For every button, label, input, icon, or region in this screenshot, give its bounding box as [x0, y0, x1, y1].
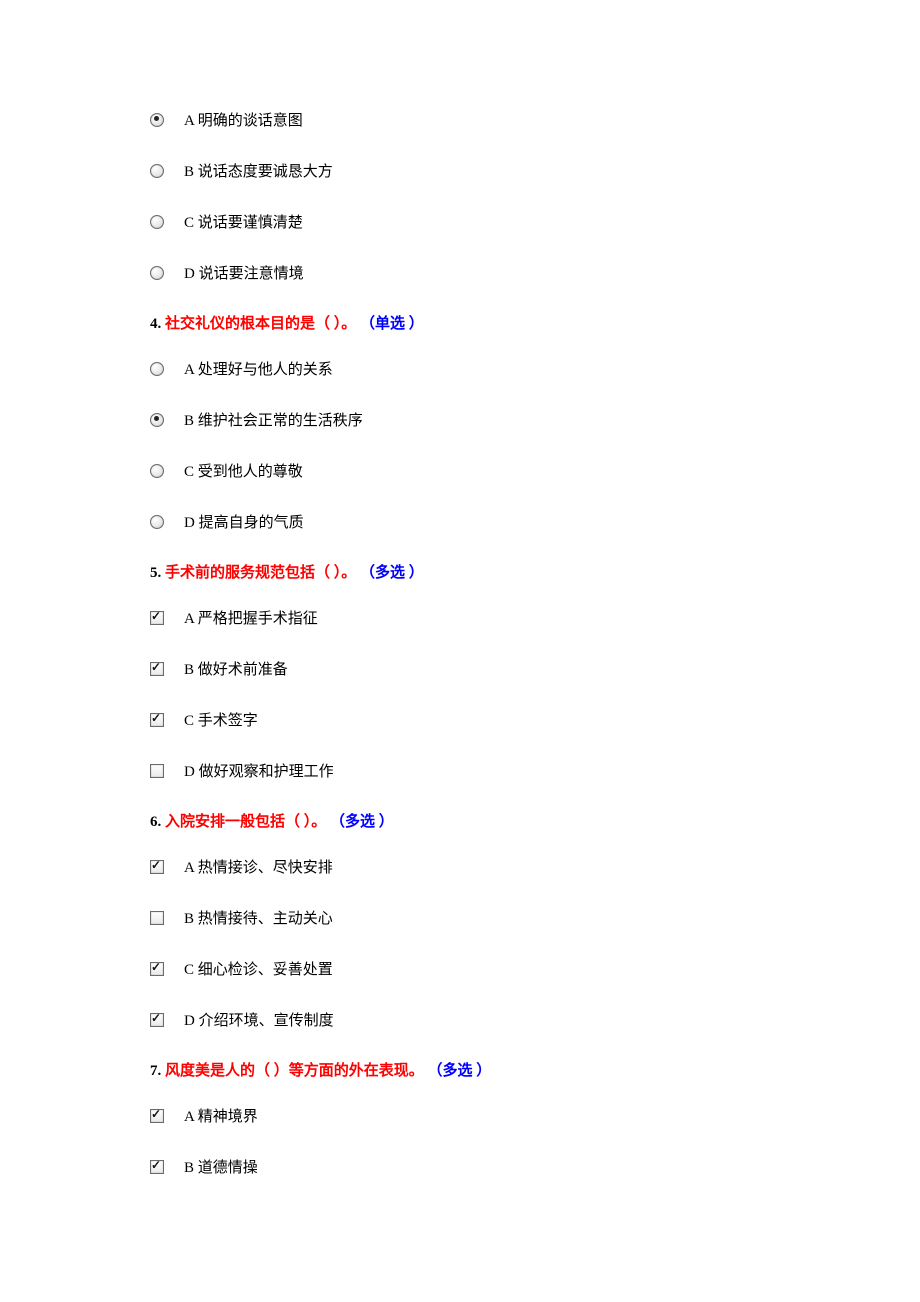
- option-label: C 手术签字: [184, 710, 258, 729]
- question-type: （单选 ）: [360, 316, 424, 332]
- option-row: A 热情接诊、尽快安排: [150, 857, 920, 876]
- option-checkbox[interactable]: [150, 860, 164, 874]
- option-row: C 细心检诊、妥善处置: [150, 959, 920, 978]
- option-label: B 做好术前准备: [184, 659, 288, 678]
- option-row: A 处理好与他人的关系: [150, 359, 920, 378]
- option-row: D 介绍环境、宣传制度: [150, 1010, 920, 1029]
- option-row: B 维护社会正常的生活秩序: [150, 410, 920, 429]
- option-row: B 做好术前准备: [150, 659, 920, 678]
- option-label: A 明确的谈话意图: [184, 110, 303, 129]
- question-prompt: 5. 手术前的服务规范包括（ ）。 （多选 ）: [150, 563, 920, 584]
- option-row: C 受到他人的尊敬: [150, 461, 920, 480]
- question-number: 4.: [150, 316, 161, 332]
- option-label: B 热情接待、主动关心: [184, 908, 333, 927]
- option-radio[interactable]: [150, 362, 164, 376]
- option-row: B 道德情操: [150, 1157, 920, 1176]
- option-label: C 说话要谨慎清楚: [184, 212, 303, 231]
- option-label: A 处理好与他人的关系: [184, 359, 333, 378]
- option-label: B 说话态度要诚恳大方: [184, 161, 333, 180]
- question-type: （多选 ）: [360, 565, 424, 581]
- option-checkbox[interactable]: [150, 662, 164, 676]
- option-label: D 说话要注意情境: [184, 263, 304, 282]
- question-text: 入院安排一般包括（ ）。: [165, 814, 326, 830]
- question-prompt: 6. 入院安排一般包括（ ）。 （多选 ）: [150, 812, 920, 833]
- option-radio[interactable]: [150, 266, 164, 280]
- question-prompt: 4. 社交礼仪的根本目的是（ ）。 （单选 ）: [150, 314, 920, 335]
- question-text: 风度美是人的（ ）等方面的外在表现。: [165, 1063, 424, 1079]
- option-label: C 受到他人的尊敬: [184, 461, 303, 480]
- question-number: 7.: [150, 1063, 161, 1079]
- option-label: D 做好观察和护理工作: [184, 761, 334, 780]
- question-number: 5.: [150, 565, 161, 581]
- question-number: 6.: [150, 814, 161, 830]
- option-radio[interactable]: [150, 464, 164, 478]
- option-radio[interactable]: [150, 413, 164, 427]
- option-label: D 介绍环境、宣传制度: [184, 1010, 334, 1029]
- option-row: A 严格把握手术指征: [150, 608, 920, 627]
- option-checkbox[interactable]: [150, 1013, 164, 1027]
- option-row: C 手术签字: [150, 710, 920, 729]
- option-row: B 热情接待、主动关心: [150, 908, 920, 927]
- option-row: B 说话态度要诚恳大方: [150, 161, 920, 180]
- question-prompt: 7. 风度美是人的（ ）等方面的外在表现。 （多选 ）: [150, 1061, 920, 1082]
- option-label: A 热情接诊、尽快安排: [184, 857, 333, 876]
- option-label: A 严格把握手术指征: [184, 608, 318, 627]
- question-text: 手术前的服务规范包括（ ）。: [165, 565, 356, 581]
- option-label: C 细心检诊、妥善处置: [184, 959, 333, 978]
- option-checkbox[interactable]: [150, 1160, 164, 1174]
- question-type: （多选 ）: [330, 814, 394, 830]
- option-label: D 提高自身的气质: [184, 512, 304, 531]
- option-radio[interactable]: [150, 215, 164, 229]
- option-row: A 精神境界: [150, 1106, 920, 1125]
- option-checkbox[interactable]: [150, 713, 164, 727]
- option-checkbox[interactable]: [150, 764, 164, 778]
- option-checkbox[interactable]: [150, 611, 164, 625]
- option-row: C 说话要谨慎清楚: [150, 212, 920, 231]
- option-radio[interactable]: [150, 515, 164, 529]
- option-label: B 维护社会正常的生活秩序: [184, 410, 363, 429]
- question-type: （多选 ）: [428, 1063, 492, 1079]
- option-row: D 做好观察和护理工作: [150, 761, 920, 780]
- option-radio[interactable]: [150, 164, 164, 178]
- option-row: D 说话要注意情境: [150, 263, 920, 282]
- option-label: B 道德情操: [184, 1157, 258, 1176]
- quiz-form: A 明确的谈话意图 B 说话态度要诚恳大方 C 说话要谨慎清楚 D 说话要注意情境 4.…: [150, 110, 920, 1176]
- option-radio[interactable]: [150, 113, 164, 127]
- option-checkbox[interactable]: [150, 962, 164, 976]
- option-checkbox[interactable]: [150, 911, 164, 925]
- option-row: D 提高自身的气质: [150, 512, 920, 531]
- option-checkbox[interactable]: [150, 1109, 164, 1123]
- option-label: A 精神境界: [184, 1106, 258, 1125]
- option-row: A 明确的谈话意图: [150, 110, 920, 129]
- question-text: 社交礼仪的根本目的是（ ）。: [165, 316, 356, 332]
